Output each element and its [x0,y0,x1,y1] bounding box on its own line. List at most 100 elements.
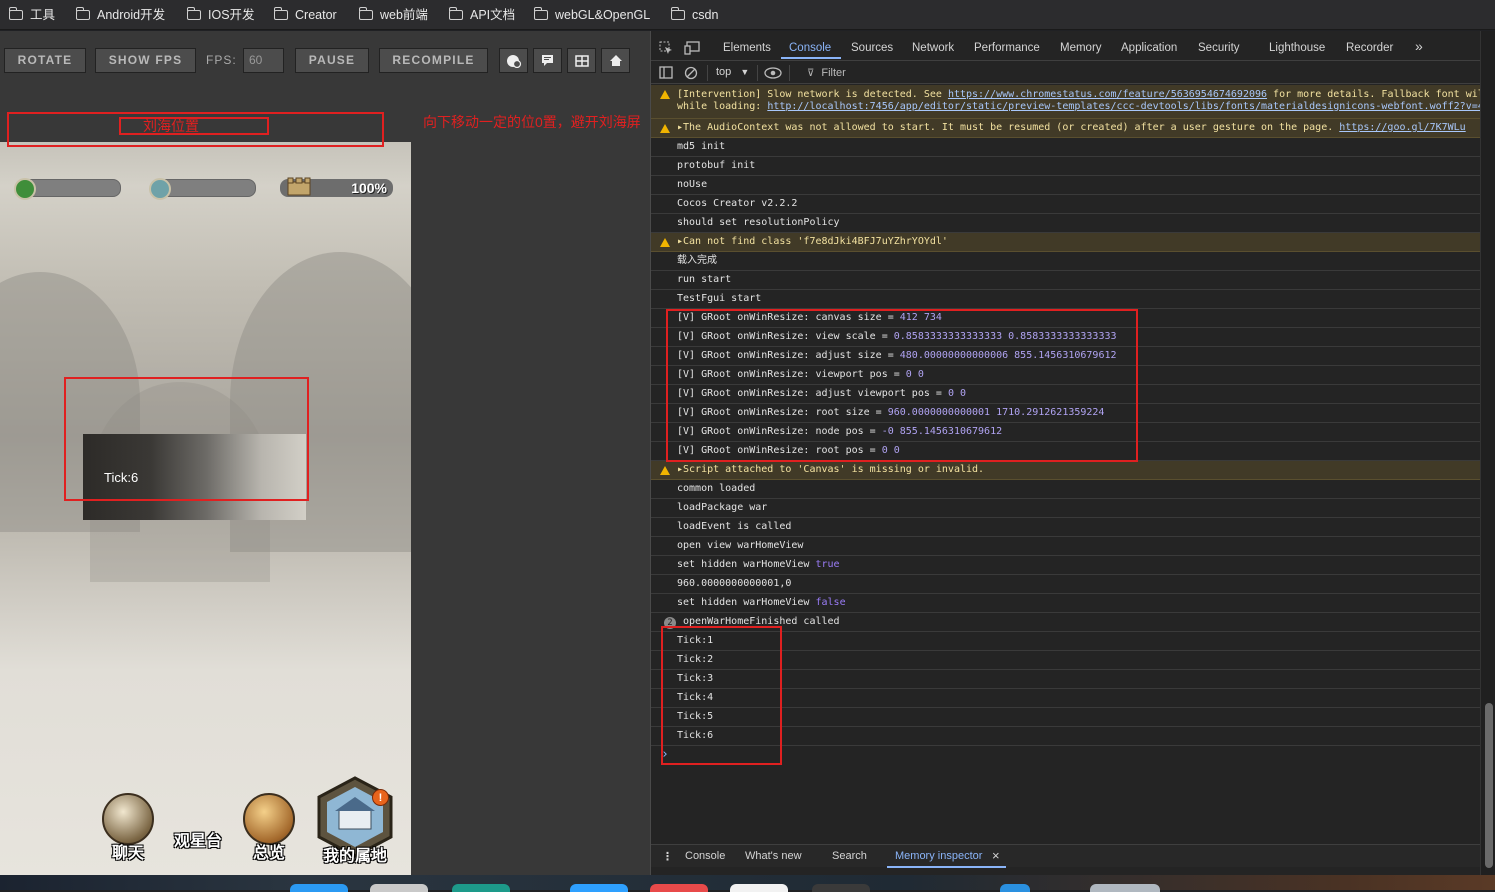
sidebar-toggle-icon[interactable] [659,66,673,79]
device-toggle-icon[interactable] [684,41,700,55]
nav-overview[interactable]: 总览 [239,793,299,863]
drawer-tab-memory-inspector[interactable]: Memory inspector [895,850,982,862]
console-warning[interactable]: ▸Can not find class 'f7e8dJki4BFJ7uYZhrY… [651,233,1480,252]
log-text: [Intervention] Slow network is detected.… [677,89,1480,101]
tab-lighthouse[interactable]: Lighthouse [1269,42,1325,54]
folder-icon [449,7,463,20]
bookmark-api[interactable]: API文档 [449,7,515,23]
context-select[interactable]: top ▼ [716,66,749,78]
energy-resource-bar [14,178,121,200]
console-message: should set resolutionPolicy [651,214,1480,233]
bookmark-web[interactable]: web前端 [359,7,428,23]
bookmark-creator[interactable]: Creator [274,7,337,23]
log-link[interactable]: https://www.chromestatus.com/feature/563… [948,89,1267,100]
filter-input[interactable]: ⊽ Filter [797,64,1467,82]
annotation-text: 向下移动一定的位0置，避开刘海屏 [423,114,641,130]
dock-app-icon[interactable] [650,884,708,892]
drawer-tab-search[interactable]: Search [832,850,867,862]
chat-icon[interactable] [533,48,562,73]
divider [757,65,758,81]
dock-app-icon[interactable] [452,884,510,892]
devtools-scrollbar[interactable] [1480,31,1495,875]
dock-app-icon[interactable] [812,884,870,892]
tab-elements[interactable]: Elements [723,42,771,54]
dock-app-icon[interactable] [730,884,788,892]
dock-app-icon[interactable] [570,884,628,892]
tab-network[interactable]: Network [912,42,954,54]
nav-my-territory[interactable]: ! 我的属地 [312,775,398,866]
tab-recorder[interactable]: Recorder [1346,42,1393,54]
clear-console-icon[interactable] [684,66,698,80]
console-message: Tick:3 [651,670,1480,689]
tab-application[interactable]: Application [1121,42,1177,54]
console-prompt[interactable]: › [661,746,1461,764]
scrollbar-thumb[interactable] [1485,703,1493,868]
show-fps-button[interactable]: SHOW FPS [95,48,196,73]
tab-console[interactable]: Console [789,42,831,54]
nav-chat[interactable]: 聊天 [98,793,158,863]
dock-app-icon[interactable] [370,884,428,892]
tab-sources[interactable]: Sources [851,42,893,54]
log-text: [V] GRoot onWinResize: view scale = [677,331,894,342]
nav-observatory[interactable]: 观星台 [168,833,228,851]
nav-label: 观星台 [173,833,222,850]
log-text: _openWarHomeFinished called [677,616,840,627]
log-text: while loading: http://localhost:7456/app… [677,101,1480,113]
eye-icon[interactable] [764,67,782,79]
progress-percent: 100% [351,180,387,196]
recompile-button[interactable]: RECOMPILE [379,48,488,73]
drawer-tab-console[interactable]: Console [685,850,725,862]
gem-resource-bar [149,178,256,200]
console-message: md5 init [651,138,1480,157]
context-value: top [716,66,732,78]
close-icon[interactable]: × [992,848,1000,863]
gem-icon [149,178,171,200]
log-value: 480.00000000000006 855.1456310679612 [899,350,1117,361]
bookmark-label: Android开发 [97,8,166,22]
bookmarks-bar: 工具 Android开发 IOS开发 Creator web前端 API文档 w… [0,0,1495,30]
grid-icon[interactable] [567,48,596,73]
dock-app-icon[interactable] [1090,884,1160,892]
tab-performance[interactable]: Performance [974,42,1040,54]
log-text: [V] GRoot onWinResize: node pos = [677,426,882,437]
folder-icon [359,7,373,20]
notification-badge: ! [372,789,389,806]
prompt-chevron-icon: › [661,747,669,762]
log-link[interactable]: http://localhost:7456/app/editor/static/… [767,101,1480,112]
log-value: true [815,559,840,570]
console-message: protobuf init [651,157,1480,176]
bookmark-android[interactable]: Android开发 [76,7,165,23]
more-tabs-icon[interactable]: » [1415,38,1423,54]
log-text: [V] GRoot onWinResize: adjust viewport p… [677,388,948,399]
log-text: set hidden warHomeView [677,597,816,608]
fps-input[interactable]: 60 [243,48,284,73]
folder-icon [274,7,288,20]
bookmark-csdn[interactable]: csdn [671,7,718,23]
macos-dock [0,875,1495,892]
console-message: Tick:2 [651,651,1480,670]
bookmark-webgl[interactable]: webGL&OpenGL [534,7,650,23]
inspect-icon[interactable] [659,41,673,55]
console-message: TestFgui start [651,290,1480,309]
console-message: loadEvent is called [651,518,1480,537]
console-warning[interactable]: ▸Script attached to 'Canvas' is missing … [651,461,1480,480]
game-canvas[interactable]: 100% Tick:6 聊天 观星台 总览 ! 我的属地 [0,142,411,876]
drawer-tab-whats-new[interactable]: What's new [745,850,802,862]
rotate-button[interactable]: ROTATE [4,48,86,73]
dock-app-icon[interactable] [290,884,348,892]
tab-memory[interactable]: Memory [1060,42,1102,54]
console-warning[interactable]: ▸The AudioContext was not allowed to sta… [651,119,1480,138]
log-link[interactable]: https://goo.gl/7K7WLu [1339,122,1465,133]
active-drawer-indicator [887,866,1006,868]
tab-security[interactable]: Security [1198,42,1240,54]
wifi-icon[interactable] [499,48,528,73]
dock-app-icon[interactable] [1000,884,1030,892]
console-message: 载入完成 [651,252,1480,271]
bookmark-tools[interactable]: 工具 [9,7,55,23]
bookmark-label: web前端 [380,8,428,22]
home-icon[interactable] [601,48,630,73]
drawer-menu-icon[interactable]: ⋮ [662,850,673,863]
bookmark-ios[interactable]: IOS开发 [187,7,255,23]
energy-icon [14,178,36,200]
pause-button[interactable]: PAUSE [295,48,369,73]
